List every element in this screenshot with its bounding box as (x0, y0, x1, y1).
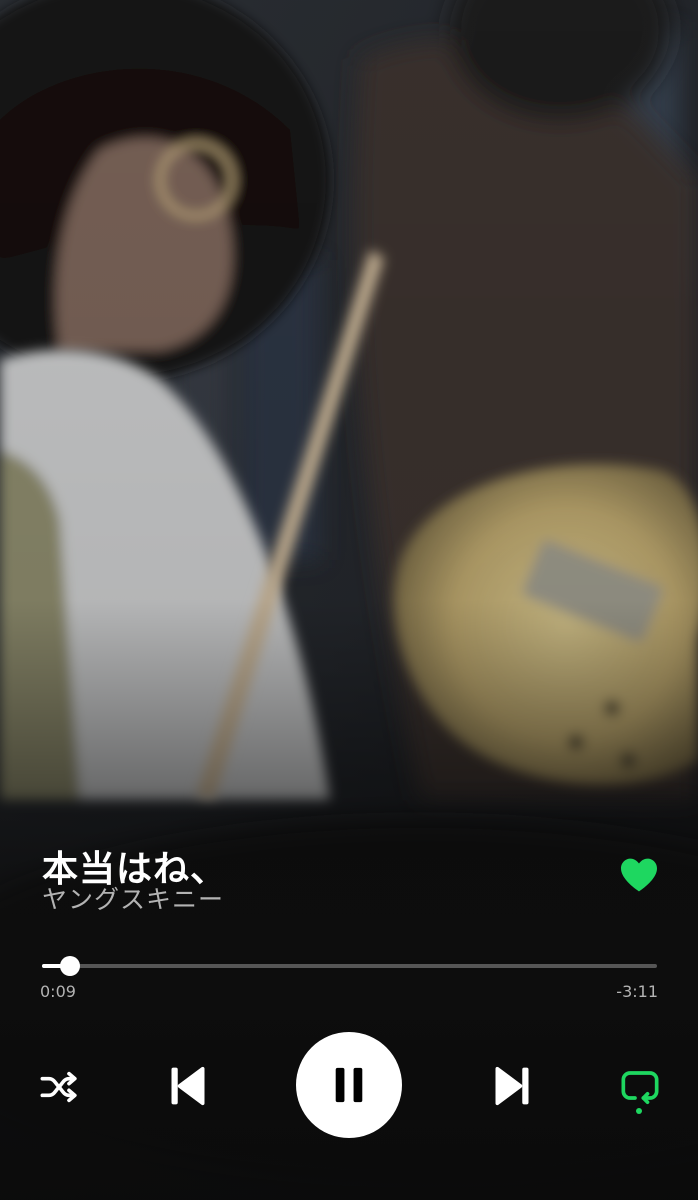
repeat-icon (621, 1071, 659, 1104)
now-playing-screen: 本当はね、 ヤングスキニー 0:09 -3:11 (0, 0, 698, 1200)
play-pause-button[interactable] (296, 1032, 402, 1138)
pause-icon (335, 1067, 363, 1103)
previous-track-button[interactable] (160, 1058, 216, 1114)
remaining-time: -3:11 (616, 982, 658, 1001)
shuffle-icon (40, 1071, 77, 1103)
progress-track (42, 964, 657, 968)
background-gradient-overlay (0, 0, 698, 1200)
skip-previous-icon (171, 1066, 205, 1106)
skip-next-icon (495, 1066, 529, 1106)
progress-bar[interactable] (42, 956, 657, 976)
elapsed-time: 0:09 (40, 982, 76, 1001)
next-track-button[interactable] (484, 1058, 540, 1114)
track-artist[interactable]: ヤングスキニー (42, 880, 224, 916)
repeat-active-indicator (636, 1108, 642, 1114)
shuffle-button[interactable] (34, 1062, 84, 1112)
heart-icon (621, 858, 657, 892)
progress-handle[interactable] (60, 956, 80, 976)
like-button[interactable] (616, 852, 662, 898)
